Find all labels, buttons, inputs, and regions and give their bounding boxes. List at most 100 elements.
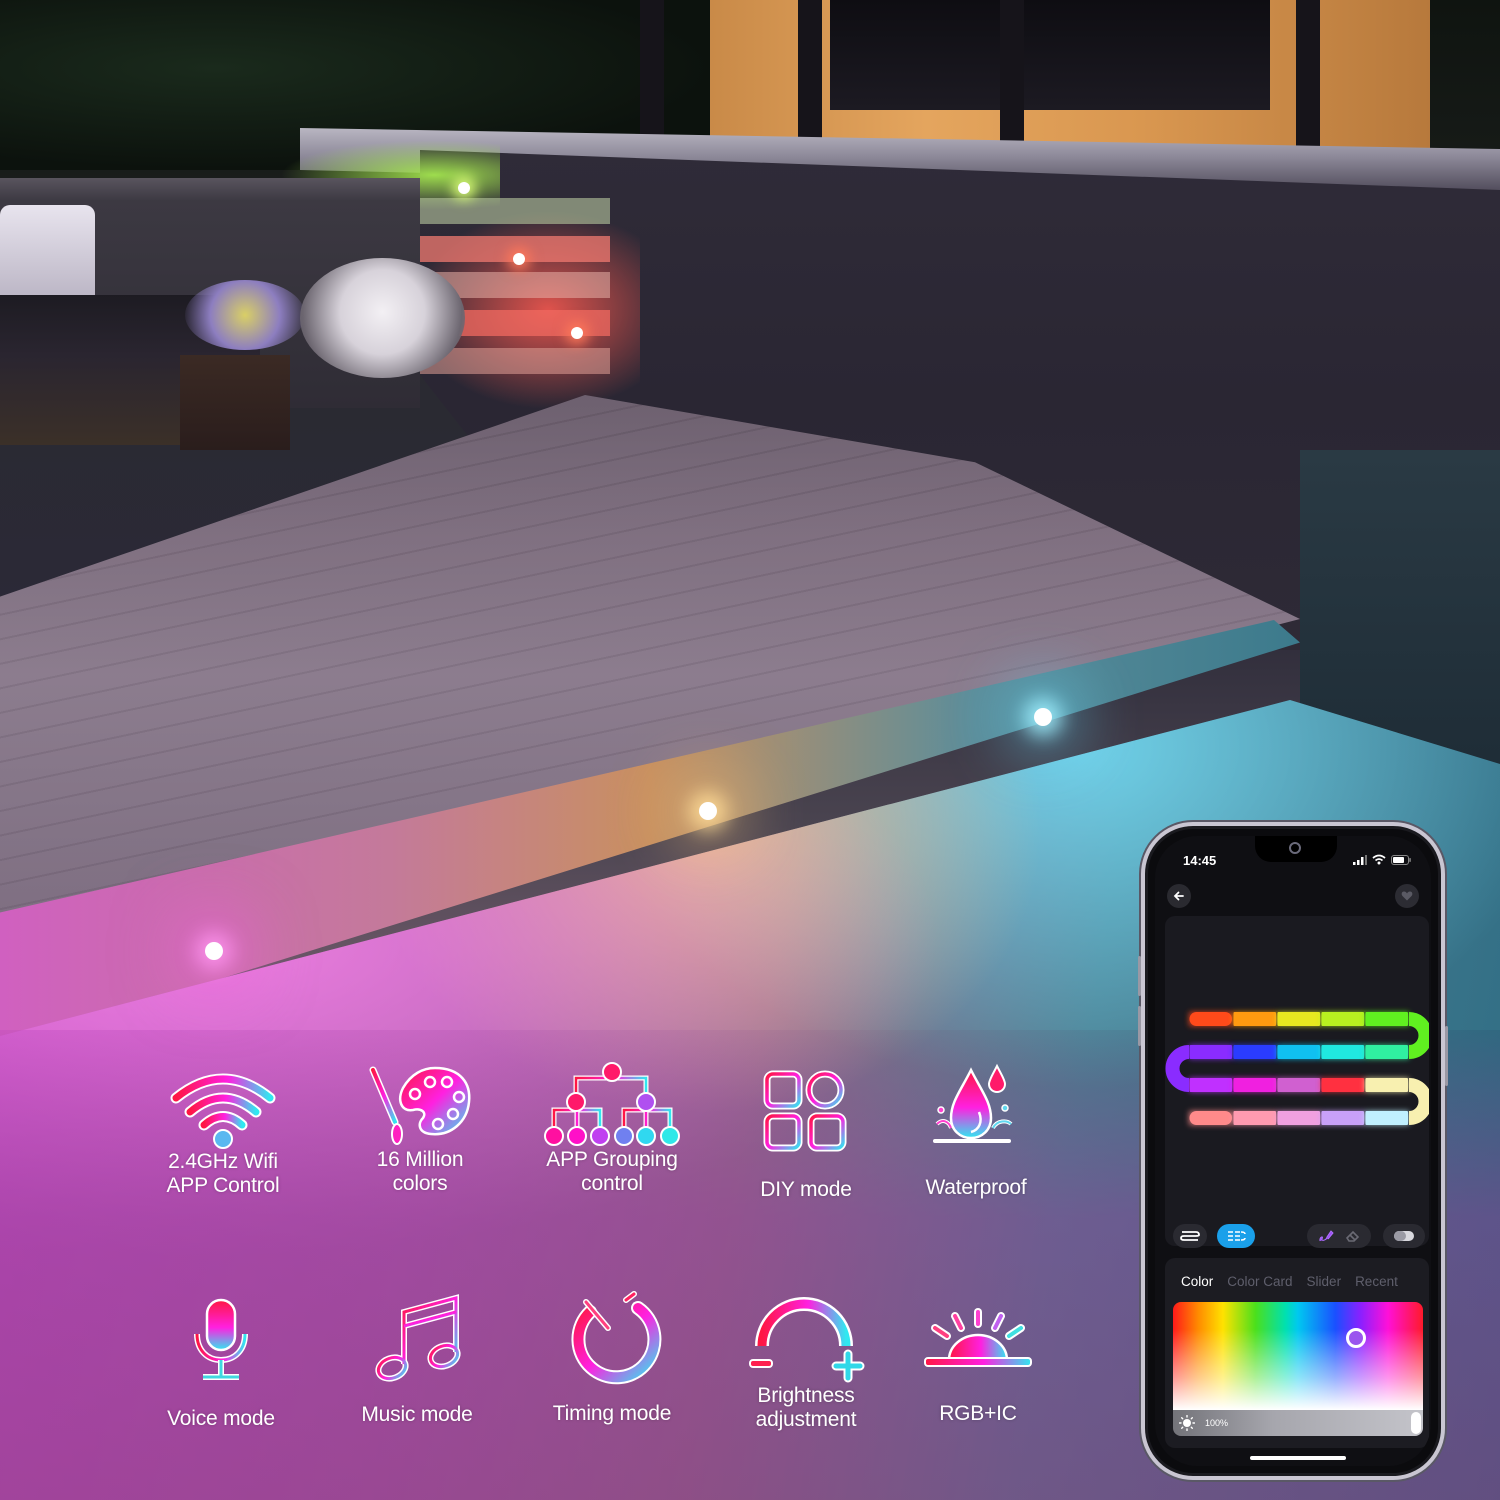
feature-diy: DIY mode bbox=[716, 1070, 896, 1202]
mode-button-whole-strip[interactable] bbox=[1173, 1224, 1207, 1248]
strip-segment[interactable] bbox=[1321, 1012, 1365, 1026]
mode-button-segments[interactable] bbox=[1217, 1224, 1255, 1248]
feature-waterproof: Waterproof bbox=[886, 1062, 1066, 1200]
feature-label: Waterproof bbox=[925, 1176, 1027, 1199]
deck-led-cyan bbox=[1034, 708, 1052, 726]
tab-slider[interactable]: Slider bbox=[1307, 1274, 1342, 1289]
feature-label: Brightness adjustment bbox=[755, 1384, 857, 1431]
strip-bend bbox=[1165, 1045, 1190, 1092]
stair-led-light bbox=[571, 327, 583, 339]
heart-icon bbox=[1401, 891, 1413, 901]
strip-segment[interactable] bbox=[1365, 1012, 1409, 1026]
white-flowers bbox=[300, 258, 465, 378]
music-note-icon bbox=[375, 1294, 461, 1382]
strip-segment[interactable] bbox=[1365, 1111, 1409, 1125]
strip-segments-icon bbox=[1228, 1231, 1246, 1241]
signal-icon bbox=[1353, 854, 1367, 865]
strip-preview-panel bbox=[1165, 916, 1431, 1246]
strip-segment[interactable] bbox=[1233, 1012, 1277, 1026]
diy-grid-icon bbox=[763, 1070, 847, 1152]
toggle-icon bbox=[1394, 1231, 1414, 1241]
mode-toolbar bbox=[1165, 1216, 1429, 1256]
strip-segment[interactable] bbox=[1277, 1078, 1321, 1092]
water-drop-icon bbox=[933, 1063, 1013, 1143]
feature-brightness: Brightness adjustment bbox=[716, 1297, 896, 1432]
feature-label: 2.4GHz Wifi APP Control bbox=[166, 1150, 280, 1197]
feature-label: RGB+IC bbox=[939, 1402, 1017, 1425]
strip-segment[interactable] bbox=[1365, 1045, 1409, 1059]
status-time: 14:45 bbox=[1183, 853, 1217, 868]
feature-colors: 16 Million colors bbox=[330, 1064, 510, 1196]
tab-color-card[interactable]: Color Card bbox=[1227, 1274, 1292, 1289]
stair-led-light bbox=[513, 253, 525, 265]
strip-segment[interactable] bbox=[1277, 1045, 1321, 1059]
palette-icon bbox=[369, 1066, 471, 1145]
favorite-button[interactable] bbox=[1395, 884, 1419, 908]
feature-wifi: 2.4GHz Wifi APP Control bbox=[133, 1066, 313, 1198]
feature-label: Timing mode bbox=[552, 1402, 672, 1425]
phone-volume-button bbox=[1138, 1006, 1141, 1046]
battery-icon bbox=[1391, 854, 1411, 865]
strip-segment[interactable] bbox=[1321, 1078, 1365, 1092]
phone-power-button bbox=[1445, 1026, 1448, 1086]
stair-led-light bbox=[458, 182, 470, 194]
phone-mockup: 14:45 Color Color Card Slider Recent 100… bbox=[1138, 822, 1448, 1480]
strip-segment[interactable] bbox=[1321, 1111, 1365, 1125]
strip-segment[interactable] bbox=[1189, 1045, 1233, 1059]
feature-voice: Voice mode bbox=[131, 1298, 311, 1431]
back-arrow-icon bbox=[1173, 891, 1184, 901]
power-toggle[interactable] bbox=[1383, 1224, 1425, 1248]
color-spectrum-picker[interactable] bbox=[1173, 1302, 1423, 1410]
strip-segment[interactable] bbox=[1233, 1078, 1277, 1092]
brightness-slider-handle[interactable] bbox=[1411, 1412, 1421, 1434]
tab-recent[interactable]: Recent bbox=[1355, 1274, 1398, 1289]
app-screen: 14:45 Color Color Card Slider Recent 100… bbox=[1155, 836, 1431, 1466]
brightness-arc-icon bbox=[749, 1297, 865, 1383]
color-panel: Color Color Card Slider Recent 100% bbox=[1165, 1258, 1429, 1448]
brightness-slider[interactable]: 100% bbox=[1173, 1410, 1423, 1436]
strip-segment[interactable] bbox=[1189, 1078, 1233, 1092]
strip-bend bbox=[1408, 1012, 1431, 1059]
deck-led-pink bbox=[205, 942, 223, 960]
feature-label: Music mode bbox=[361, 1403, 473, 1426]
brightness-value: 100% bbox=[1205, 1418, 1229, 1428]
led-strip-preview[interactable] bbox=[1165, 916, 1431, 1246]
feature-grouping: APP Grouping control bbox=[522, 1062, 702, 1196]
camera-icon bbox=[1289, 842, 1301, 854]
feature-label: DIY mode bbox=[760, 1178, 852, 1201]
feature-rgbic: RGB+IC bbox=[888, 1308, 1068, 1426]
strip-segment[interactable] bbox=[1233, 1045, 1277, 1059]
eraser-icon[interactable] bbox=[1344, 1229, 1360, 1243]
wifi-icon bbox=[170, 1073, 276, 1149]
paint-tools-group bbox=[1307, 1224, 1371, 1248]
feature-music: Music mode bbox=[327, 1294, 507, 1427]
status-icons bbox=[1353, 854, 1411, 865]
house-window bbox=[830, 0, 1270, 110]
deck-led-amber bbox=[699, 802, 717, 820]
color-tabs: Color Color Card Slider Recent bbox=[1181, 1274, 1398, 1289]
strip-segment[interactable] bbox=[1321, 1045, 1365, 1059]
strip-bend bbox=[1408, 1078, 1431, 1125]
phone-volume-button bbox=[1138, 956, 1141, 996]
strip-segment[interactable] bbox=[1189, 1012, 1233, 1026]
tab-color[interactable]: Color bbox=[1181, 1274, 1213, 1289]
color-picker-handle[interactable] bbox=[1345, 1327, 1366, 1348]
feature-label: APP Grouping control bbox=[546, 1148, 678, 1195]
strip-segment[interactable] bbox=[1189, 1111, 1233, 1125]
wifi-icon bbox=[1372, 854, 1386, 865]
strip-single-icon bbox=[1180, 1231, 1200, 1241]
grouping-tree-icon bbox=[544, 1062, 680, 1146]
feature-label: 16 Million colors bbox=[376, 1148, 464, 1195]
strip-segment[interactable] bbox=[1365, 1078, 1409, 1092]
strip-segment[interactable] bbox=[1277, 1111, 1321, 1125]
strip-segment[interactable] bbox=[1277, 1012, 1321, 1026]
strip-segment[interactable] bbox=[1233, 1111, 1277, 1125]
sunrise-icon bbox=[924, 1308, 1032, 1367]
flower-pot bbox=[185, 280, 305, 350]
dynamic-island bbox=[1255, 836, 1337, 862]
back-button[interactable] bbox=[1167, 884, 1191, 908]
paint-brush-icon[interactable] bbox=[1318, 1229, 1334, 1243]
pergola-post bbox=[798, 0, 822, 160]
home-indicator[interactable] bbox=[1250, 1456, 1346, 1460]
planter-pot bbox=[180, 355, 290, 450]
